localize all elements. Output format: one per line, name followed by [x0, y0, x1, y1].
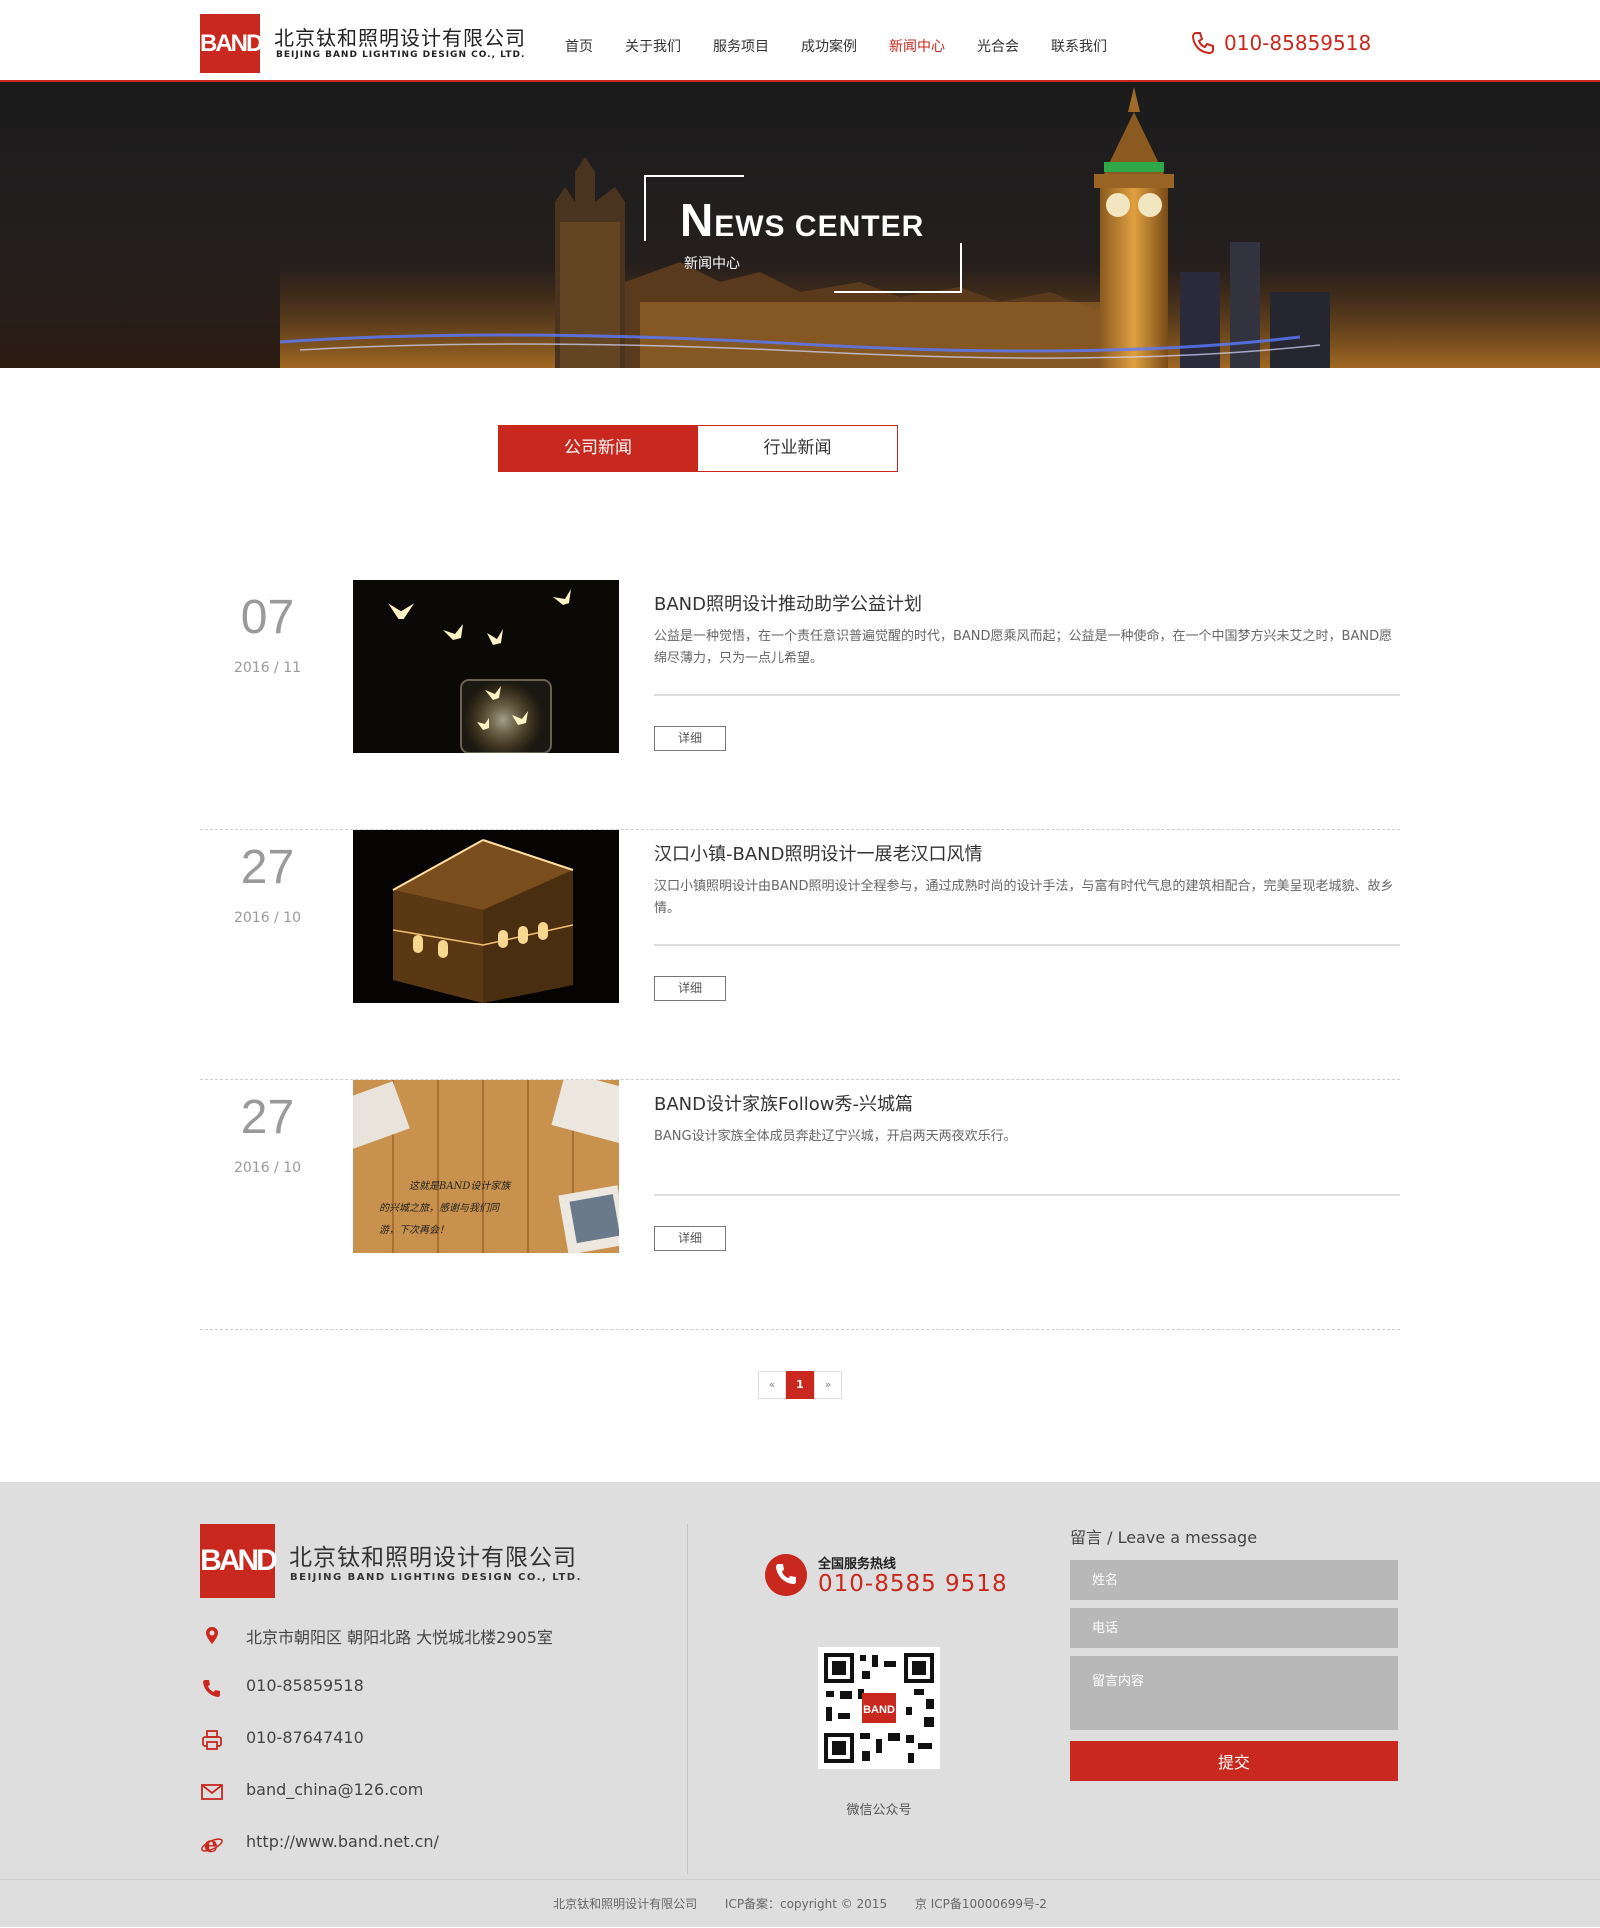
company-name-en: BEIJING BAND LIGHTING DESIGN CO., LTD.	[276, 50, 526, 60]
main-nav: 首页 关于我们 服务项目 成功案例 新闻中心 光合会 联系我们	[565, 36, 1131, 56]
detail-button[interactable]: 详细	[654, 976, 726, 1001]
nav-home[interactable]: 首页	[565, 36, 625, 56]
contact-fax: 010-87647410	[200, 1726, 620, 1756]
tab-company-news[interactable]: 公司新闻	[498, 425, 698, 472]
copyright-text: ICP备案：copyright © 2015	[724, 1897, 888, 1911]
detail-button[interactable]: 详细	[654, 1226, 726, 1251]
header-phone-number: 010-85859518	[1224, 31, 1372, 55]
nav-about[interactable]: 关于我们	[625, 36, 713, 56]
footer-company-en: BEIJING BAND LIGHTING DESIGN CO., LTD.	[290, 1572, 582, 1583]
message-textarea[interactable]	[1070, 1656, 1398, 1730]
hotline-number: 010-8585 9518	[818, 1571, 1008, 1597]
location-icon	[206, 1627, 218, 1644]
fax-icon	[202, 1730, 222, 1750]
detail-button[interactable]: 详细	[654, 726, 726, 751]
phone-icon	[203, 1680, 220, 1697]
nav-guanghehui[interactable]: 光合会	[977, 36, 1051, 56]
news-title[interactable]: BAND照明设计推动助学公益计划	[654, 590, 922, 616]
copyright-company: 北京钛和照明设计有限公司	[553, 1897, 698, 1911]
copyright-bar: 北京钛和照明设计有限公司 ICP备案：copyright © 2015 京 IC…	[0, 1879, 1600, 1927]
news-day: 27	[240, 841, 295, 894]
contact-website[interactable]: e http://www.band.net.cn/	[200, 1830, 620, 1860]
ie-icon: e	[201, 1832, 223, 1856]
wechat-qr-code: BAND	[818, 1647, 940, 1769]
news-year-month: 2016 / 10	[233, 910, 302, 926]
news-day: 07	[240, 591, 295, 644]
pagination: « 1 »	[758, 1371, 842, 1399]
phone-icon	[1191, 32, 1214, 55]
news-title[interactable]: BAND设计家族Follow秀-兴城篇	[654, 1090, 913, 1116]
logo[interactable]: BAND	[200, 14, 263, 73]
hotline-label: 全国服务热线	[818, 1557, 897, 1572]
message-form-title: 留言 / Leave a message	[1070, 1528, 1258, 1547]
banner-title-en: NEWS CENTER	[680, 194, 925, 246]
site-header: BAND 北京钛和照明设计有限公司 BEIJING BAND LIGHTING …	[0, 0, 1600, 82]
contact-phone: 010-85859518	[200, 1674, 620, 1704]
news-category-tabs: 公司新闻 行业新闻	[498, 425, 898, 472]
name-input[interactable]	[1070, 1560, 1398, 1600]
site-footer: BAND 北京钛和照明设计有限公司 BEIJING BAND LIGHTING …	[0, 1482, 1600, 1927]
news-day: 27	[240, 1091, 295, 1144]
next-page-button[interactable]: »	[814, 1371, 842, 1399]
news-item: 27 2016 / 10 这就是BAND设计家族 的兴城之旅，感谢与我们同 游，…	[200, 1080, 1400, 1330]
contact-email: band_china@126.com	[200, 1778, 620, 1808]
phone-input[interactable]	[1070, 1608, 1398, 1648]
news-summary: 公益是一种觉悟，在一个责任意识普遍觉醒的时代，BAND愿乘风而起；公益是一种使命…	[654, 629, 1393, 666]
nav-news[interactable]: 新闻中心	[889, 36, 977, 56]
banner-title-cn: 新闻中心	[684, 256, 740, 272]
icp-number: 京 ICP备10000699号-2	[914, 1897, 1047, 1911]
news-summary: 汉口小镇照明设计由BAND照明设计全程参与，通过成熟时尚的设计手法，与富有时代气…	[654, 879, 1394, 916]
qr-logo-text: BAND	[863, 1704, 895, 1716]
footer-logo[interactable]: BAND	[200, 1524, 278, 1598]
hotline-phone-icon	[765, 1554, 807, 1596]
footer-company-cn: 北京钛和照明设计有限公司	[289, 1545, 577, 1571]
page-1-button[interactable]: 1	[786, 1371, 814, 1399]
contact-address: 北京市朝阳区 朝阳北路 大悦城北楼2905室	[200, 1622, 620, 1652]
news-banner: NEWS CENTER 新闻中心	[0, 82, 1600, 368]
news-item: 07 2016 / 11 BAND照明设计推动助学公益计划 公益是一种觉悟，在一…	[200, 580, 1400, 830]
news-thumbnail[interactable]: 这就是BAND设计家族 的兴城之旅，感谢与我们同 游，下次再会！	[353, 1080, 619, 1253]
nav-cases[interactable]: 成功案例	[801, 36, 889, 56]
nav-services[interactable]: 服务项目	[713, 36, 801, 56]
thumbnail-caption: 这就是BAND设计家族 的兴城之旅，感谢与我们同 游，下次再会！	[379, 1181, 511, 1236]
divider	[654, 1194, 1400, 1196]
news-thumbnail[interactable]	[353, 580, 619, 753]
footer-divider	[687, 1524, 688, 1874]
divider	[654, 694, 1400, 696]
news-title[interactable]: 汉口小镇-BAND照明设计一展老汉口风情	[654, 840, 982, 866]
nav-contact[interactable]: 联系我们	[1051, 36, 1131, 56]
news-year-month: 2016 / 10	[233, 1160, 302, 1176]
qr-label: 微信公众号	[846, 1803, 912, 1818]
company-name-cn: 北京钛和照明设计有限公司	[274, 26, 526, 50]
header-phone: 010-85859518	[1190, 30, 1371, 56]
divider	[654, 944, 1400, 946]
news-item: 27 2016 / 10 汉口小镇-BAND照明设计一展老汉口风情 汉口小镇照明…	[200, 830, 1400, 1080]
news-summary: BANG设计家族全体成员奔赴辽宁兴城，开启两天两夜欢乐行。	[654, 1129, 1017, 1144]
news-thumbnail[interactable]	[353, 830, 619, 1003]
prev-page-button[interactable]: «	[758, 1371, 786, 1399]
submit-button[interactable]: 提交	[1070, 1741, 1398, 1781]
mail-icon	[201, 1784, 223, 1800]
tab-industry-news[interactable]: 行业新闻	[698, 425, 898, 472]
news-year-month: 2016 / 11	[233, 660, 302, 676]
banner-title-frame: NEWS CENTER 新闻中心	[644, 175, 962, 293]
